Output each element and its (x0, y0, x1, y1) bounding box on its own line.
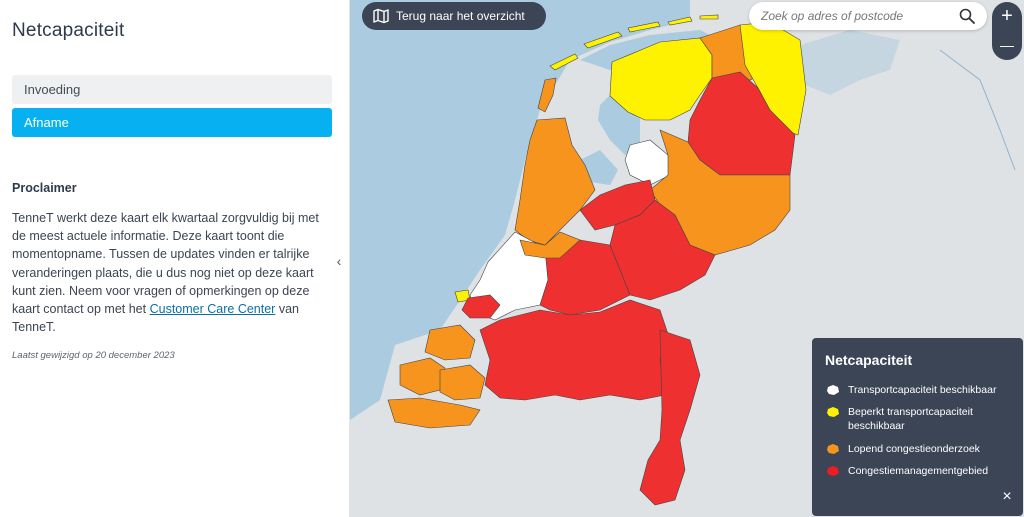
dollard (800, 30, 900, 95)
legend-item-investigation: Lopend congestieonderzoek (826, 442, 1016, 456)
search-icon[interactable] (959, 8, 975, 24)
eastern-land-line (939, 49, 1016, 171)
zoom-in-button[interactable]: + (992, 2, 1022, 31)
collapse-sidebar-icon[interactable]: ‹ (332, 252, 346, 270)
swatch-available (827, 385, 839, 395)
region-zeeland-2 (399, 357, 446, 396)
tab-invoeding[interactable]: Invoeding (12, 75, 332, 104)
region-flevoland (624, 139, 671, 186)
region-noord-brabant (479, 299, 671, 401)
legend-item-congestion: Congestiemanagementgebied (826, 464, 1016, 478)
legend-panel: Netcapaciteit Transportcapaciteit beschi… (812, 338, 1023, 516)
region-zeeland-4 (387, 397, 481, 429)
address-search (749, 2, 987, 30)
legend-close-icon[interactable]: × (1000, 489, 1014, 505)
legend-item-limited: Beperkt transportcapaciteit beschikbaar (826, 405, 1016, 433)
back-to-overview-button[interactable]: Terug naar het overzicht (362, 2, 546, 30)
zoom-control: + — (992, 2, 1022, 60)
swatch-limited (827, 407, 839, 417)
proclaimer-title: Proclaimer (12, 181, 77, 195)
zoom-out-button[interactable]: — (992, 31, 1022, 60)
region-zeeland-1 (424, 324, 476, 361)
sidebar: Netcapaciteit Invoeding Afname Proclaime… (0, 0, 350, 517)
swatch-investigation (827, 444, 839, 454)
legend-item-available: Transportcapaciteit beschikbaar (826, 383, 1016, 397)
proclaimer-text: TenneT werkt deze kaart elk kwartaal zor… (12, 209, 330, 336)
island-rottumeroog (699, 14, 719, 20)
page-title: Netcapaciteit (12, 20, 125, 41)
map-icon (373, 8, 389, 24)
proclaimer-body: TenneT werkt deze kaart elk kwartaal zor… (12, 211, 319, 317)
legend-title: Netcapaciteit (825, 352, 913, 368)
region-zeeland-3 (439, 364, 486, 401)
swatch-congestion (827, 466, 839, 476)
tab-afname[interactable]: Afname (12, 108, 332, 137)
back-to-overview-label: Terug naar het overzicht (396, 9, 525, 23)
customer-care-link[interactable]: Customer Care Center (150, 302, 276, 316)
search-input[interactable] (761, 7, 951, 25)
last-updated: Laatst gewijzigd op 20 december 2023 (12, 350, 175, 361)
